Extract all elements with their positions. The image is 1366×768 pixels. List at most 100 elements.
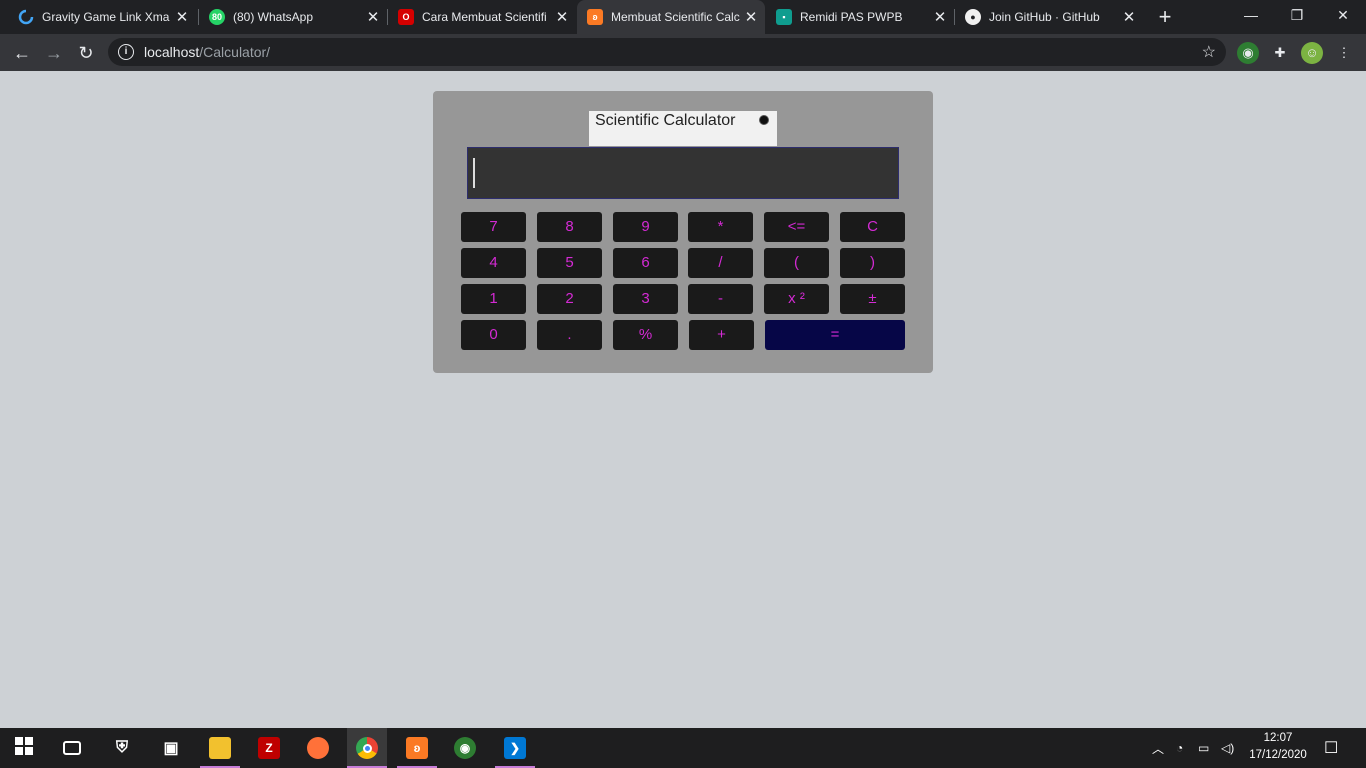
tab-strip: Gravity Game Link Xma ✕ 80 (80) WhatsApp… [0,0,1366,34]
filezilla-glyph-icon: Z [258,737,280,759]
tab-title: Join GitHub · GitHub [989,10,1100,24]
tab-title: Cara Membuat Scientifi [422,10,547,24]
network-icon[interactable]: ◔ [1176,728,1183,768]
close-icon[interactable]: ✕ [172,8,192,26]
key-8[interactable]: 8 [537,212,602,242]
start-button[interactable] [4,728,44,768]
forward-button[interactable]: → [40,39,68,67]
key-decimal[interactable]: . [537,320,602,350]
tab-remidi-pas[interactable]: ▪ Remidi PAS PWPB ✕ [766,0,954,34]
key-open-paren[interactable]: ( [764,248,829,278]
vscode-glyph-icon: ❯ [504,737,526,759]
key-subtract[interactable]: - [688,284,753,314]
xampp-icon[interactable]: ʚ [397,728,437,768]
github-icon: ● [965,9,981,25]
firefox-glyph-icon [307,737,329,759]
key-divide[interactable]: / [688,248,753,278]
notification-icon[interactable]: ☐ [1324,728,1338,768]
clock-date: 17/12/2020 [1249,749,1307,761]
menu-kebab-icon[interactable]: ⋮ [1333,42,1355,64]
key-plus-minus[interactable]: ± [840,284,905,314]
tab-title: Gravity Game Link Xma [42,10,170,24]
tab-cara-membuat[interactable]: O Cara Membuat Scientifi ✕ [388,0,576,34]
close-icon[interactable]: ✕ [741,8,761,26]
key-equals[interactable]: = [765,320,905,350]
close-icon[interactable]: ✕ [930,8,950,26]
globe-glyph-icon: ◉ [454,737,476,759]
key-0[interactable]: 0 [461,320,526,350]
tray-chevron-up-icon[interactable]: ︿ [1152,728,1164,768]
xampp-icon: ʚ [587,9,603,25]
system-clock[interactable]: 12:07 17/12/2020 [1244,730,1312,764]
volume-icon[interactable]: ◁) [1221,728,1234,768]
key-multiply[interactable]: * [688,212,753,242]
key-6[interactable]: 6 [613,248,678,278]
vscode-icon[interactable]: ❯ [495,728,535,768]
close-icon[interactable]: ✕ [552,8,572,26]
chrome-glyph-icon [356,737,378,759]
tab-membuat-scientific[interactable]: ʚ Membuat Scientific Calc ✕ [577,0,765,34]
key-clear[interactable]: C [840,212,905,242]
windows-start-icon [15,736,33,760]
security-icon[interactable]: ⛨ [102,728,142,768]
camera-glyph-icon: ▣ [163,740,179,757]
close-icon[interactable]: ✕ [1119,8,1139,26]
address-host: localhost [144,44,200,60]
whatsapp-icon: 80 [209,9,225,25]
opera-icon: O [398,9,414,25]
tab-whatsapp[interactable]: 80 (80) WhatsApp ✕ [199,0,387,34]
calculator-panel: Scientific Calculator 7 8 9 * <= C 4 5 6… [433,91,933,373]
bookmark-star-icon[interactable]: ☆ [1202,42,1216,62]
back-button[interactable]: ← [8,39,36,67]
tab-title: (80) WhatsApp [233,10,314,24]
arrow-right-icon: → [45,43,63,63]
task-view-icon[interactable] [52,728,92,768]
new-tab-button[interactable]: + [1152,4,1178,30]
firefox-icon[interactable] [298,728,338,768]
reload-button[interactable]: ↻ [72,39,100,67]
globe-icon[interactable]: ◉ [445,728,485,768]
browser-toolbar: ← → ↻ i localhost/Calculator/ ☆ ◉ ✚ ☺ ⋮ [0,34,1366,71]
tab-title: Membuat Scientific Calc [611,10,740,24]
calculator-title: Scientific Calculator [595,112,736,129]
key-square[interactable]: x ² [764,284,829,314]
calculator-display[interactable] [467,147,899,199]
key-4[interactable]: 4 [461,248,526,278]
key-3[interactable]: 3 [613,284,678,314]
text-caret [473,158,475,188]
taskbar: ⛨ ▣ Z ʚ ◉ ❯ ︿ ◔ ▭ ◁) 12:07 17/12/2020 ☐ [0,728,1366,768]
key-percent[interactable]: % [613,320,678,350]
restore-button[interactable]: ❐ [1274,0,1320,34]
info-icon[interactable]: i [118,44,134,60]
tab-gravity-game[interactable]: Gravity Game Link Xma ✕ [8,0,196,34]
indicator-dot-icon [759,115,769,125]
reload-icon: ↻ [78,43,94,63]
file-explorer-icon[interactable] [200,728,240,768]
arrow-left-icon: ← [13,43,31,63]
task-view-glyph [63,741,81,755]
key-9[interactable]: 9 [613,212,678,242]
tab-github[interactable]: ● Join GitHub · GitHub ✕ [955,0,1143,34]
address-path: /Calculator/ [199,44,271,60]
gravity-icon [18,9,34,25]
extensions-puzzle-icon[interactable]: ✚ [1269,42,1291,64]
key-backspace[interactable]: <= [764,212,829,242]
chrome-icon[interactable] [347,728,387,768]
key-add[interactable]: + [689,320,754,350]
key-5[interactable]: 5 [537,248,602,278]
address-bar[interactable]: i localhost/Calculator/ ☆ [108,38,1226,66]
camera-icon[interactable]: ▣ [151,728,191,768]
extension-globe-icon[interactable]: ◉ [1237,42,1259,64]
minimize-button[interactable]: — [1228,0,1274,34]
key-1[interactable]: 1 [461,284,526,314]
key-2[interactable]: 2 [537,284,602,314]
close-window-button[interactable]: ✕ [1320,0,1366,34]
profile-avatar[interactable]: ☺ [1301,42,1323,64]
filezilla-icon[interactable]: Z [249,728,289,768]
shield-icon: ⛨ [115,739,128,756]
battery-icon[interactable]: ▭ [1198,728,1209,768]
key-7[interactable]: 7 [461,212,526,242]
key-close-paren[interactable]: ) [840,248,905,278]
close-icon[interactable]: ✕ [363,8,383,26]
tab-title: Remidi PAS PWPB [800,10,903,24]
